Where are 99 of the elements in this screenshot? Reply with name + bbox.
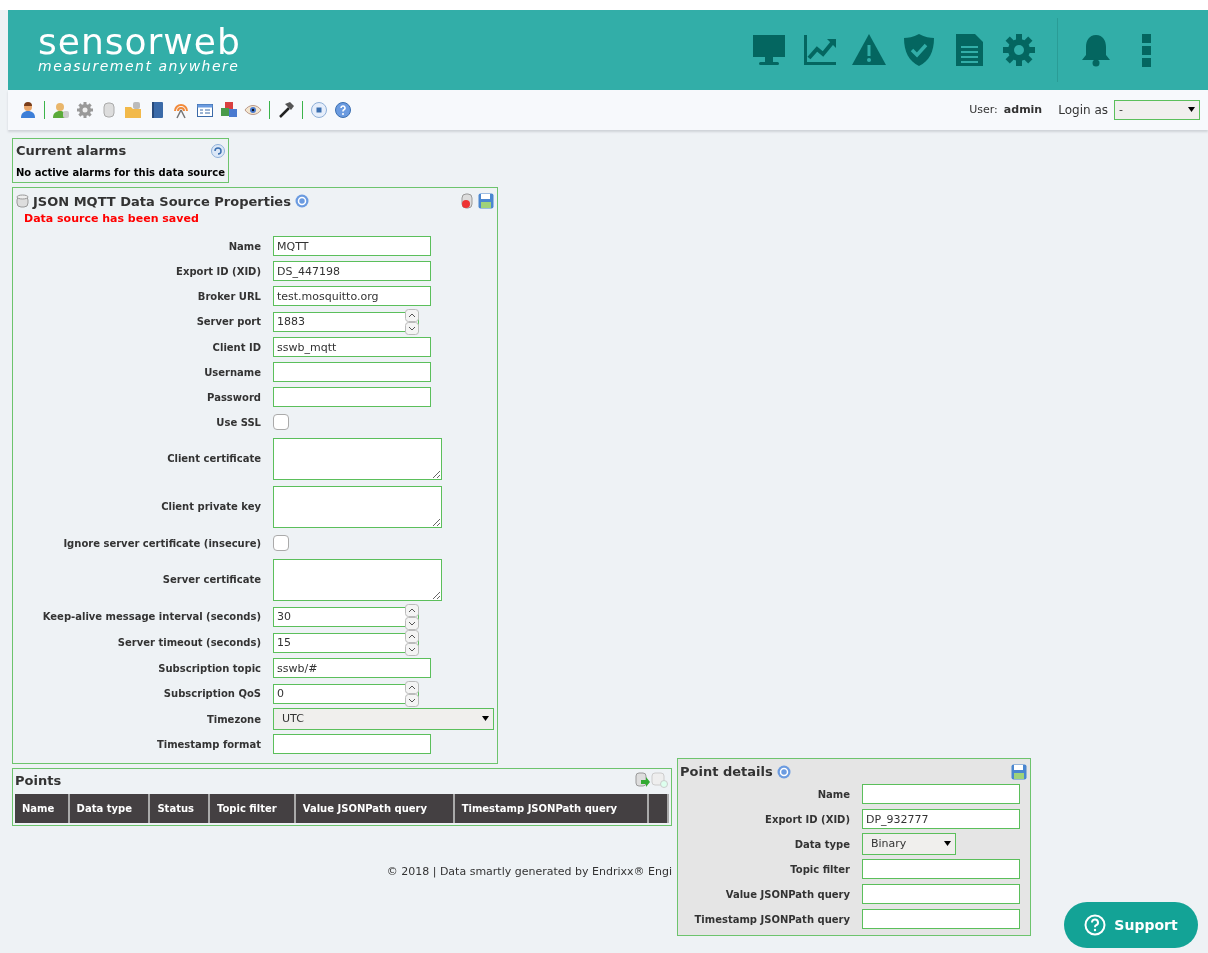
panel-title: JSON MQTT Data Source Properties: [33, 192, 291, 211]
cubes-icon[interactable]: [220, 101, 238, 119]
field-label: Export ID (XID): [764, 812, 850, 827]
field-label: Subscription topic: [157, 661, 261, 676]
field-label: Username: [203, 365, 261, 380]
input-field[interactable]: DS_447198: [273, 261, 431, 281]
export-icon[interactable]: [635, 772, 651, 789]
field-label: Topic filter: [789, 862, 850, 877]
column-header[interactable]: Value JSONPath query: [294, 794, 454, 823]
column-header[interactable]: Timestamp JSONPath query: [453, 794, 648, 823]
input-field[interactable]: sswb/#: [273, 658, 431, 678]
text-area[interactable]: [273, 485, 442, 528]
hammer-icon[interactable]: [277, 101, 295, 119]
checkbox[interactable]: [273, 535, 289, 551]
number-field[interactable]: 0: [273, 683, 419, 704]
field-label: Server port: [195, 315, 261, 329]
user-name: admin: [1003, 101, 1043, 118]
caret-icon: [1188, 107, 1195, 113]
settings-icon[interactable]: [1001, 32, 1037, 68]
input-field[interactable]: MQTT: [273, 236, 431, 256]
number-field[interactable]: 15: [273, 632, 419, 653]
field-label: Server certificate: [161, 573, 261, 587]
input-field[interactable]: [862, 784, 1020, 804]
select-field[interactable]: UTC: [273, 708, 494, 730]
stop-icon[interactable]: [310, 101, 328, 119]
caret-icon: [944, 841, 951, 847]
spinner-arrows[interactable]: [405, 629, 419, 656]
input-field[interactable]: test.mosquitto.org: [273, 286, 431, 306]
delete-icon[interactable]: [460, 193, 474, 210]
database-icon: [16, 194, 29, 209]
field-label: Server timeout (seconds): [116, 636, 261, 650]
field-label: Password: [206, 390, 261, 405]
field-label: Data type: [793, 837, 850, 852]
panel-title: Point details: [680, 763, 773, 781]
footer-text: © 2018 | Data smartly generated by Endrixx® Engi: [386, 865, 672, 878]
add-icon[interactable]: [651, 772, 669, 789]
field-label: Timestamp JSONPath query: [693, 912, 850, 927]
alarm-message: No active alarms for this data source: [16, 165, 225, 180]
caret-icon: [482, 716, 489, 722]
field-label: Client private key: [160, 500, 261, 514]
text-area[interactable]: [273, 437, 442, 480]
broadcast-icon[interactable]: [172, 101, 190, 119]
user-label: User:: [969, 101, 998, 118]
save-icon[interactable]: [478, 193, 494, 210]
input-field[interactable]: [273, 734, 431, 754]
input-field[interactable]: sswb_mqtt: [273, 337, 431, 357]
field-label: Name: [816, 787, 850, 802]
help-icon[interactable]: [776, 764, 791, 779]
gear-icon[interactable]: [76, 101, 94, 119]
spinner-arrows[interactable]: [405, 308, 419, 335]
field-label: Broker URL: [196, 289, 261, 304]
user-icon[interactable]: [19, 101, 37, 119]
logo-title: sensorweb: [38, 26, 241, 58]
field-label: Keep-alive message interval (seconds): [41, 610, 261, 624]
status-message: Data source has been saved: [24, 211, 200, 227]
checkbox[interactable]: [273, 414, 289, 430]
panel-title: Points: [15, 771, 62, 790]
column-header[interactable]: Topic filter: [209, 794, 295, 823]
input-field[interactable]: [273, 362, 431, 382]
logo-subtitle: measurement anywhere: [38, 58, 241, 74]
login-label: Login as: [1058, 102, 1108, 119]
column-header[interactable]: Name: [15, 794, 69, 823]
panel-title: Current alarms: [16, 142, 127, 160]
select-field[interactable]: Binary: [862, 833, 956, 855]
column-header[interactable]: Status: [149, 794, 209, 823]
field-label: Subscription QoS: [162, 687, 261, 701]
field-label: Client certificate: [166, 452, 261, 466]
window-icon[interactable]: [196, 101, 214, 119]
save-icon[interactable]: [1011, 763, 1027, 780]
input-field[interactable]: [862, 884, 1020, 904]
field-label: Name: [227, 239, 261, 254]
number-field[interactable]: 30: [273, 606, 419, 627]
help-icon: [1084, 914, 1107, 936]
column-header[interactable]: Data type: [68, 794, 150, 823]
help-icon[interactable]: [334, 101, 352, 119]
refresh-icon[interactable]: [211, 143, 225, 158]
field-label: Timestamp format: [155, 737, 261, 752]
input-field[interactable]: [273, 387, 431, 407]
shield-icon[interactable]: [901, 32, 937, 68]
input-field[interactable]: DP_932777: [862, 809, 1020, 829]
folder-icon[interactable]: [124, 101, 142, 119]
field-label: Value JSONPath query: [724, 887, 850, 902]
field-label: Use SSL: [215, 415, 261, 430]
column-header: [648, 794, 668, 823]
field-label: Client ID: [211, 340, 261, 355]
user-database-icon[interactable]: [52, 101, 70, 119]
field-label: Ignore server certificate (insecure): [62, 536, 261, 551]
help-icon[interactable]: [294, 194, 309, 209]
monitor-icon[interactable]: [751, 32, 787, 68]
spinner-arrows[interactable]: [405, 603, 419, 630]
spinner-arrows[interactable]: [405, 680, 419, 707]
number-field[interactable]: 1883: [273, 311, 419, 332]
input-field[interactable]: [862, 909, 1020, 929]
input-field[interactable]: [862, 859, 1020, 879]
chart-icon[interactable]: [801, 32, 837, 68]
login-select[interactable]: -: [1114, 100, 1200, 120]
field-label: Timezone: [205, 712, 261, 727]
warning-icon[interactable]: [851, 32, 887, 68]
field-label: Export ID (XID): [175, 264, 261, 279]
